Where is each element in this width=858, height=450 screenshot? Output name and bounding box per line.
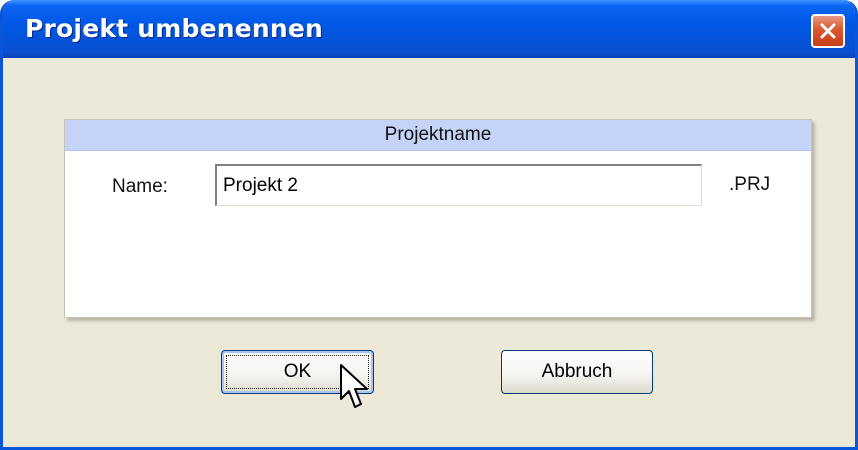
name-label: Name:	[112, 176, 168, 197]
close-icon	[820, 23, 836, 39]
dialog-body: Projektname Name: .PRJ OK Abbruch	[3, 58, 855, 447]
dialog-window: Projekt umbenennen Projektname Name: .PR…	[0, 0, 858, 450]
close-button[interactable]	[811, 14, 845, 48]
name-input[interactable]	[215, 164, 702, 206]
ok-button[interactable]: OK	[221, 350, 374, 394]
project-name-group: Projektname Name: .PRJ	[64, 119, 812, 318]
extension-label: .PRJ	[729, 174, 771, 195]
ok-button-label: OK	[283, 361, 312, 382]
cancel-button[interactable]: Abbruch	[501, 350, 653, 394]
cancel-button-label: Abbruch	[541, 361, 613, 382]
title-bar[interactable]: Projekt umbenennen	[3, 0, 855, 58]
window-title: Projekt umbenennen	[25, 14, 324, 43]
group-header: Projektname	[65, 120, 811, 151]
